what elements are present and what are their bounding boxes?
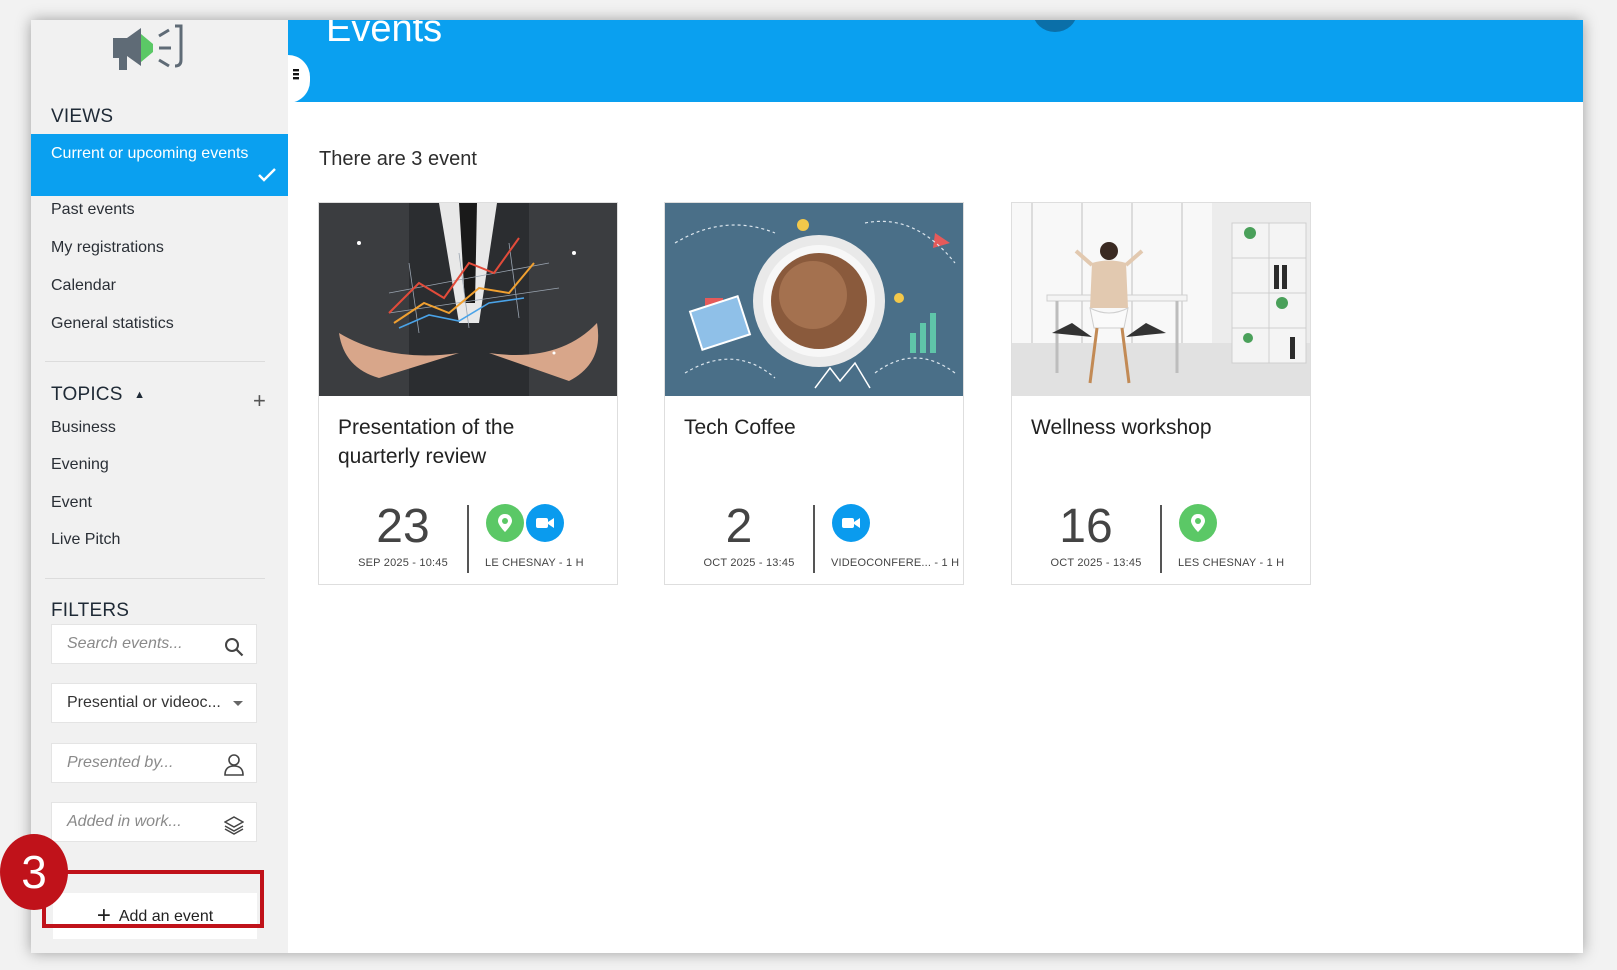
search-placeholder: Search events... xyxy=(67,635,183,652)
location-pin-icon xyxy=(486,504,524,542)
workspace-placeholder: Added in work... xyxy=(67,813,182,830)
event-day: 23 xyxy=(376,500,430,553)
topic-evening[interactable]: Evening xyxy=(31,456,288,474)
search-icon xyxy=(224,634,244,672)
event-title[interactable]: Presentation of the quarterly review xyxy=(338,413,598,471)
topic-live-pitch[interactable]: Live Pitch xyxy=(31,531,288,549)
highlight-box xyxy=(42,870,264,928)
event-day: 2 xyxy=(725,500,753,553)
nav-current-events[interactable]: Current or upcoming events xyxy=(31,134,288,196)
add-topic-icon[interactable]: + xyxy=(253,388,266,414)
card-separator xyxy=(813,505,815,573)
megaphone-logo-icon xyxy=(111,20,191,72)
nav-general-statistics[interactable]: General statistics xyxy=(31,315,288,333)
event-image-coffee xyxy=(665,203,963,396)
event-image-wellness xyxy=(1012,203,1310,396)
presenter-placeholder: Presented by... xyxy=(67,754,174,771)
header-bar: Events xyxy=(288,20,1583,102)
check-icon xyxy=(258,166,276,190)
card-separator xyxy=(1160,505,1162,573)
workspace-input[interactable]: Added in work... xyxy=(51,802,257,842)
event-day: 16 xyxy=(1059,500,1113,553)
event-date: OCT 2025 - 13:45 xyxy=(1050,557,1142,569)
video-camera-icon xyxy=(832,504,870,542)
topic-business[interactable]: Business xyxy=(31,419,288,437)
views-title: VIEWS xyxy=(51,106,114,127)
chevron-down-icon xyxy=(232,685,244,736)
mode-select[interactable]: Presential or videoc... xyxy=(51,683,257,723)
app-window: VIEWS Current or upcoming events Past ev… xyxy=(31,20,1583,953)
topics-title[interactable]: TOPICS ▲ xyxy=(51,384,145,406)
caret-up-icon: ▲ xyxy=(134,388,146,401)
sidebar-divider xyxy=(45,578,265,579)
sidebar-divider xyxy=(45,361,265,362)
nav-my-registrations[interactable]: My registrations xyxy=(31,239,288,257)
event-location: LE CHESNAY - 1 H xyxy=(485,557,584,569)
search-input[interactable]: Search events... xyxy=(51,624,257,664)
top-menu-knob[interactable] xyxy=(1033,20,1077,32)
presenter-input[interactable]: Presented by... xyxy=(51,743,257,783)
nav-current-events-label: Current or upcoming events xyxy=(51,145,249,162)
nav-past-events[interactable]: Past events xyxy=(31,201,288,219)
event-count: There are 3 event xyxy=(319,148,477,170)
mode-select-value: Presential or videoc... xyxy=(67,694,221,711)
sidebar: VIEWS Current or upcoming events Past ev… xyxy=(31,20,288,953)
menu-icon xyxy=(293,69,299,80)
event-title[interactable]: Tech Coffee xyxy=(684,413,944,442)
user-icon xyxy=(224,753,244,791)
nav-calendar[interactable]: Calendar xyxy=(31,277,288,295)
sidebar-toggle[interactable] xyxy=(288,55,310,103)
event-card[interactable]: Presentation of the quarterly review 23 … xyxy=(318,202,618,585)
card-separator xyxy=(467,505,469,573)
topics-title-label: TOPICS xyxy=(51,384,123,405)
event-location: VIDEOCONFERE... - 1 H xyxy=(831,557,960,569)
event-date: OCT 2025 - 13:45 xyxy=(703,557,795,569)
video-camera-icon xyxy=(526,504,564,542)
event-card[interactable]: Wellness workshop 16 OCT 2025 - 13:45 LE… xyxy=(1011,202,1311,585)
layers-icon xyxy=(223,812,245,850)
page-title: Events xyxy=(326,20,443,50)
filters-title: FILTERS xyxy=(51,600,130,621)
event-card[interactable]: Tech Coffee 2 OCT 2025 - 13:45 VIDEOCONF… xyxy=(664,202,964,585)
event-location: LES CHESNAY - 1 H xyxy=(1178,557,1285,569)
topic-event[interactable]: Event xyxy=(31,494,288,512)
event-image-business xyxy=(319,203,617,396)
event-title[interactable]: Wellness workshop xyxy=(1031,413,1291,442)
location-pin-icon xyxy=(1179,504,1217,542)
step-marker: 3 xyxy=(0,834,68,910)
event-date: SEP 2025 - 10:45 xyxy=(358,557,448,569)
